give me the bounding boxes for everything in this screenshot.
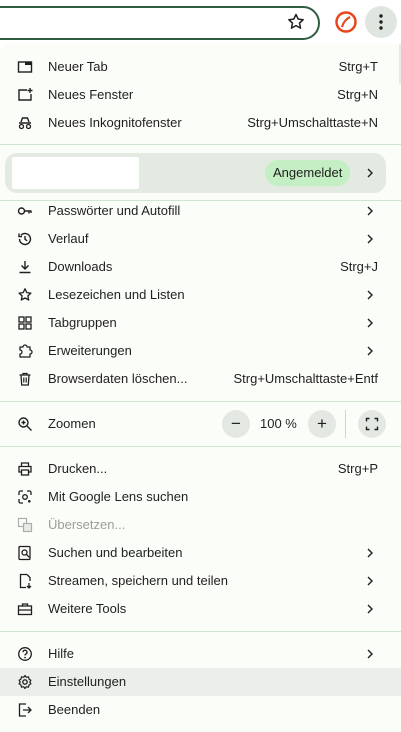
menu-item-cast-save-share[interactable]: Streamen, speichern und teilen bbox=[0, 567, 401, 595]
menu-item-google-lens[interactable]: Mit Google Lens suchen bbox=[0, 483, 401, 511]
menu-item-help[interactable]: Hilfe bbox=[0, 640, 401, 668]
shortcut: Strg+P bbox=[337, 461, 378, 476]
trash-icon bbox=[19, 372, 31, 386]
fullscreen-icon bbox=[365, 417, 379, 431]
settings-icon bbox=[18, 674, 32, 690]
browser-toolbar bbox=[0, 0, 401, 44]
address-bar[interactable] bbox=[0, 6, 320, 40]
more-vert-icon bbox=[379, 14, 383, 30]
menu-item-more-tools[interactable]: Weitere Tools bbox=[0, 595, 401, 623]
star-icon bbox=[18, 288, 32, 301]
menu-item-bookmarks[interactable]: Lesezeichen und Listen bbox=[0, 281, 401, 309]
menu-item-label: Tabgruppen bbox=[48, 315, 117, 330]
menu-item-find-edit[interactable]: Suchen und bearbeiten bbox=[0, 539, 401, 567]
download-icon bbox=[19, 261, 31, 274]
menu-item-label: Beenden bbox=[48, 702, 101, 717]
extension-icon bbox=[19, 344, 33, 358]
chevron-right-icon bbox=[367, 548, 373, 558]
menu-item-downloads[interactable]: Downloads Strg+J bbox=[0, 253, 401, 281]
zoom-in-button[interactable]: + bbox=[308, 410, 336, 438]
separator bbox=[0, 446, 401, 447]
chevron-right-icon bbox=[367, 234, 373, 244]
menu-item-print[interactable]: Drucken... Strg+P bbox=[0, 455, 401, 483]
menu-item-label: Neues Inkognitofenster bbox=[48, 115, 182, 130]
bookmark-star-icon[interactable] bbox=[286, 12, 306, 32]
toolbox-icon bbox=[17, 603, 33, 616]
new-window-icon bbox=[18, 88, 33, 101]
zoom-icon bbox=[18, 417, 32, 431]
menu-item-label: Neues Fenster bbox=[48, 87, 134, 102]
menu-item-label: Mit Google Lens suchen bbox=[48, 489, 189, 504]
menu-item-label: Hilfe bbox=[48, 646, 75, 661]
shortcut: Strg+N bbox=[337, 87, 378, 102]
chevron-right-icon bbox=[367, 290, 373, 300]
menu-item-label: Erweiterungen bbox=[48, 343, 132, 358]
zoom-divider bbox=[345, 410, 346, 438]
menu-item-new-tab[interactable]: Neuer Tab Strg+T bbox=[0, 53, 401, 81]
menu-item-extensions[interactable]: Erweiterungen bbox=[0, 337, 401, 365]
shortcut: Strg+Umschalttaste+N bbox=[247, 115, 378, 130]
separator bbox=[0, 144, 401, 145]
menu-item-label: Weitere Tools bbox=[48, 601, 127, 616]
menu-item-label: Downloads bbox=[48, 259, 113, 274]
menu-item-label: Drucken... bbox=[48, 461, 108, 476]
signed-in-badge: Angemeldet bbox=[265, 160, 351, 186]
key-icon bbox=[17, 207, 32, 215]
menu-item-clear-browsing-data[interactable]: Browserdaten löschen... Strg+Umschalttas… bbox=[0, 365, 401, 393]
menu-item-history[interactable]: Verlauf bbox=[0, 225, 401, 253]
chevron-right-icon bbox=[367, 346, 373, 356]
profile-avatar-icon[interactable] bbox=[334, 10, 358, 34]
profile-row[interactable]: Angemeldet bbox=[5, 153, 386, 193]
menu-item-label: Suchen und bearbeiten bbox=[48, 545, 183, 560]
fullscreen-button[interactable] bbox=[358, 410, 386, 438]
shortcut: Strg+Umschalttaste+Entf bbox=[233, 371, 378, 386]
menu-item-translate: Übersetzen... bbox=[0, 511, 401, 539]
cast-save-icon bbox=[19, 573, 32, 589]
tab-groups-icon bbox=[18, 316, 32, 330]
incognito-icon bbox=[18, 117, 32, 130]
menu-item-label: Streamen, speichern und teilen bbox=[48, 573, 228, 588]
exit-icon bbox=[18, 703, 32, 717]
menu-item-incognito[interactable]: Neues Inkognitofenster Strg+Umschalttast… bbox=[0, 109, 401, 137]
shortcut: Strg+J bbox=[340, 259, 378, 274]
menu-item-exit[interactable]: Beenden bbox=[0, 696, 401, 724]
profile-name-redacted bbox=[12, 157, 139, 189]
chevron-right-icon bbox=[367, 206, 373, 216]
shortcut: Strg+T bbox=[338, 59, 378, 74]
menu-item-new-window[interactable]: Neues Fenster Strg+N bbox=[0, 81, 401, 109]
zoom-label: Zoomen bbox=[48, 416, 96, 431]
chevron-right-icon bbox=[367, 318, 373, 328]
translate-icon bbox=[17, 517, 33, 533]
chevron-right-icon bbox=[367, 576, 373, 586]
chevron-right-icon bbox=[367, 168, 373, 178]
menu-button[interactable] bbox=[365, 6, 397, 38]
menu-item-settings[interactable]: Einstellungen bbox=[0, 668, 401, 696]
zoom-value: 100 % bbox=[260, 416, 297, 431]
menu-item-label: Browserdaten löschen... bbox=[48, 371, 188, 386]
find-icon bbox=[18, 545, 31, 561]
print-icon bbox=[18, 462, 32, 476]
menu-item-label: Lesezeichen und Listen bbox=[48, 287, 185, 302]
chevron-right-icon bbox=[367, 604, 373, 614]
menu-item-tab-groups[interactable]: Tabgruppen bbox=[0, 309, 401, 337]
history-icon bbox=[18, 232, 32, 246]
menu-item-label: Übersetzen... bbox=[48, 517, 126, 532]
zoom-out-button[interactable]: − bbox=[222, 410, 250, 438]
lens-icon bbox=[18, 490, 32, 504]
help-icon bbox=[18, 647, 32, 661]
menu-item-label: Einstellungen bbox=[48, 674, 127, 689]
menu-item-label: Verlauf bbox=[48, 231, 89, 246]
separator bbox=[0, 631, 401, 632]
zoom-row: Zoomen − 100 % + bbox=[0, 408, 401, 440]
menu-item-passwords[interactable]: Passwörter und Autofill bbox=[0, 197, 401, 225]
menu-item-label: Passwörter und Autofill bbox=[48, 203, 181, 218]
new-tab-icon bbox=[17, 61, 33, 73]
menu-item-label: Neuer Tab bbox=[48, 59, 108, 74]
chevron-right-icon bbox=[367, 649, 373, 659]
separator bbox=[0, 401, 401, 402]
